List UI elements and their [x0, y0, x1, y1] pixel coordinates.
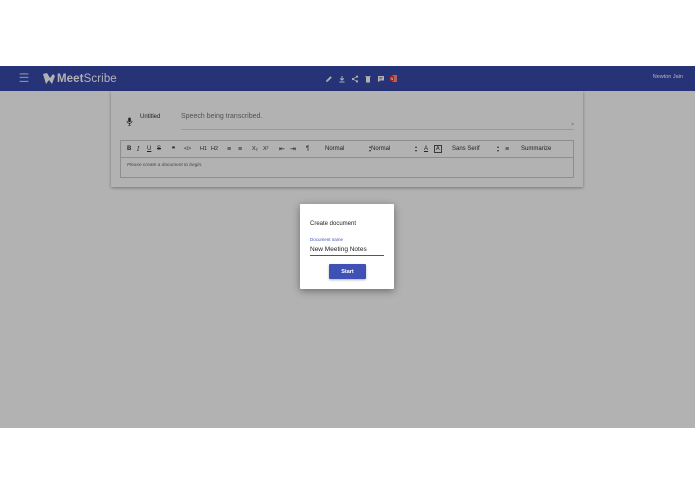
document-name-label: Document name [310, 237, 344, 242]
document-name-input[interactable] [310, 244, 384, 256]
screen: ☰ MeetScribe N Newton Jain Untitled Spee… [0, 0, 695, 494]
create-document-dialog: Create document Document name Start [300, 204, 394, 289]
start-button[interactable]: Start [329, 264, 366, 279]
dialog-title: Create document [310, 221, 357, 227]
